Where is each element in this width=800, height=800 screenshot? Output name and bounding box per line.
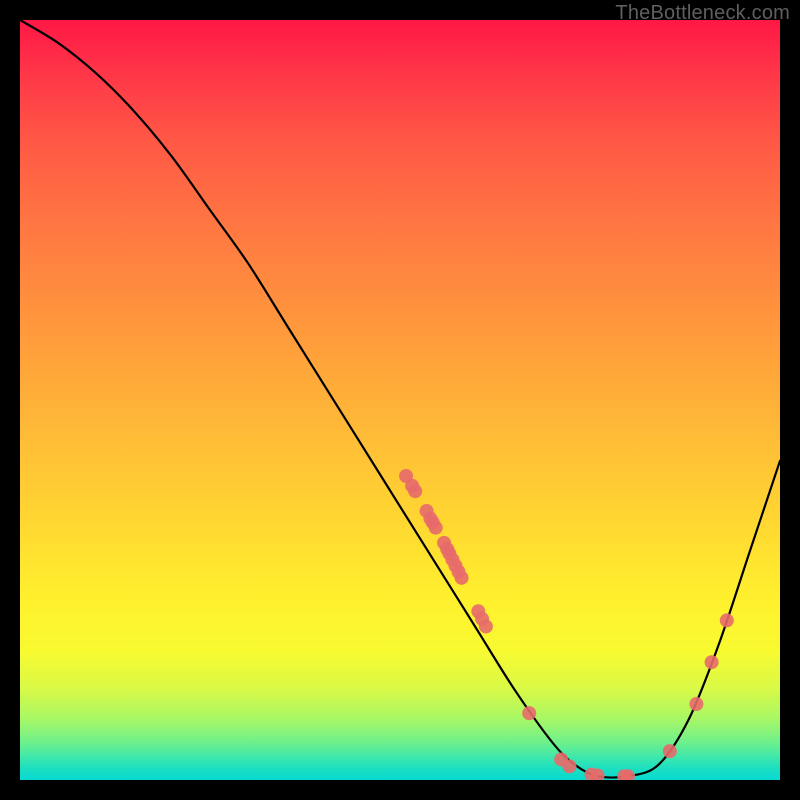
plot-area: [20, 20, 780, 780]
marker-point: [663, 744, 677, 758]
watermark-text: TheBottleneck.com: [615, 2, 790, 25]
marker-point: [562, 759, 576, 773]
chart-frame: [20, 20, 780, 780]
marker-points: [399, 469, 734, 780]
marker-point: [408, 484, 422, 498]
marker-point: [429, 521, 443, 535]
marker-point: [455, 571, 469, 585]
marker-point: [479, 619, 493, 633]
marker-point: [689, 697, 703, 711]
curve-line: [20, 20, 780, 778]
marker-point: [705, 655, 719, 669]
chart-svg: [20, 20, 780, 780]
marker-point: [720, 613, 734, 627]
marker-point: [522, 706, 536, 720]
